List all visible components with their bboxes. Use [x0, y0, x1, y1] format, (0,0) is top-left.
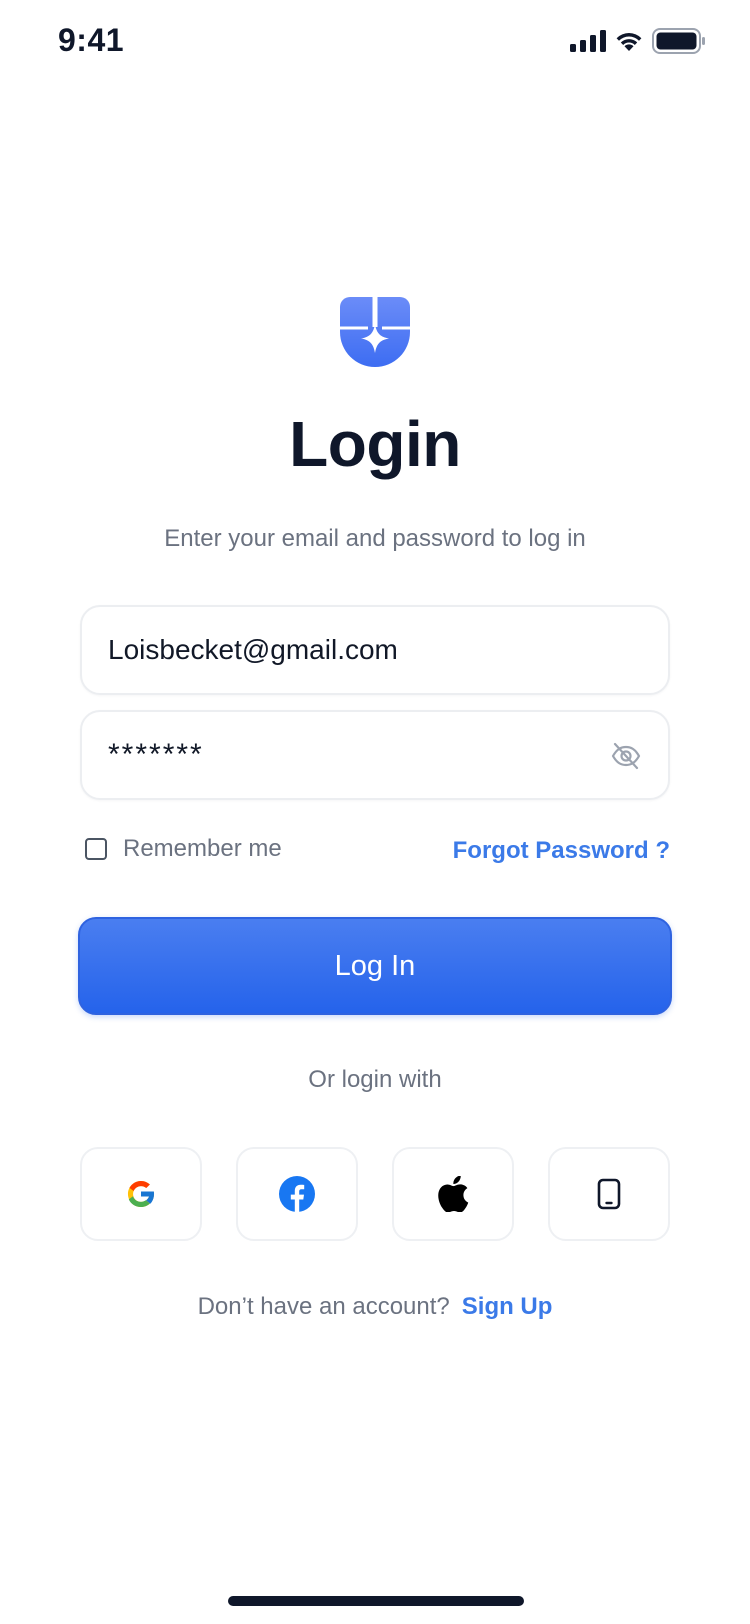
email-input[interactable] — [108, 607, 608, 693]
signup-row: Don’t have an account? Sign Up — [0, 1293, 750, 1321]
login-button[interactable]: Log In — [78, 917, 672, 1015]
battery-icon — [652, 28, 705, 54]
remember-me-label: Remember me — [123, 835, 282, 862]
status-icons — [570, 28, 706, 54]
social-login-row — [80, 1147, 670, 1241]
phone-login-button[interactable] — [548, 1147, 670, 1241]
eye-off-icon[interactable] — [610, 740, 642, 772]
phone-icon — [597, 1178, 621, 1210]
google-login-button[interactable] — [80, 1147, 202, 1241]
facebook-icon — [279, 1176, 315, 1212]
forgot-password-link[interactable]: Forgot Password ? — [453, 837, 670, 865]
password-input[interactable] — [108, 712, 608, 798]
page-subtitle: Enter your email and password to log in — [164, 525, 586, 552]
remember-me-checkbox[interactable] — [85, 838, 107, 860]
facebook-login-button[interactable] — [236, 1147, 358, 1241]
home-indicator[interactable] — [228, 1596, 524, 1606]
signup-prompt: Don’t have an account? — [197, 1293, 450, 1320]
shield-sparkle-logo — [340, 297, 410, 367]
status-time: 9:41 — [58, 22, 125, 58]
password-field[interactable] — [80, 710, 670, 800]
apple-login-button[interactable] — [392, 1147, 514, 1241]
page-title: Login — [289, 408, 461, 480]
google-icon — [127, 1180, 155, 1208]
cellular-signal-icon — [570, 30, 606, 52]
remember-me-toggle[interactable]: Remember me — [85, 835, 282, 863]
email-field[interactable] — [80, 605, 670, 695]
wifi-icon — [616, 33, 642, 51]
apple-icon — [438, 1176, 469, 1212]
app-logo — [340, 297, 410, 367]
status-bar: 9:41 — [0, 0, 750, 88]
signup-link[interactable]: Sign Up — [462, 1293, 553, 1320]
social-divider-label: Or login with — [308, 1066, 442, 1093]
